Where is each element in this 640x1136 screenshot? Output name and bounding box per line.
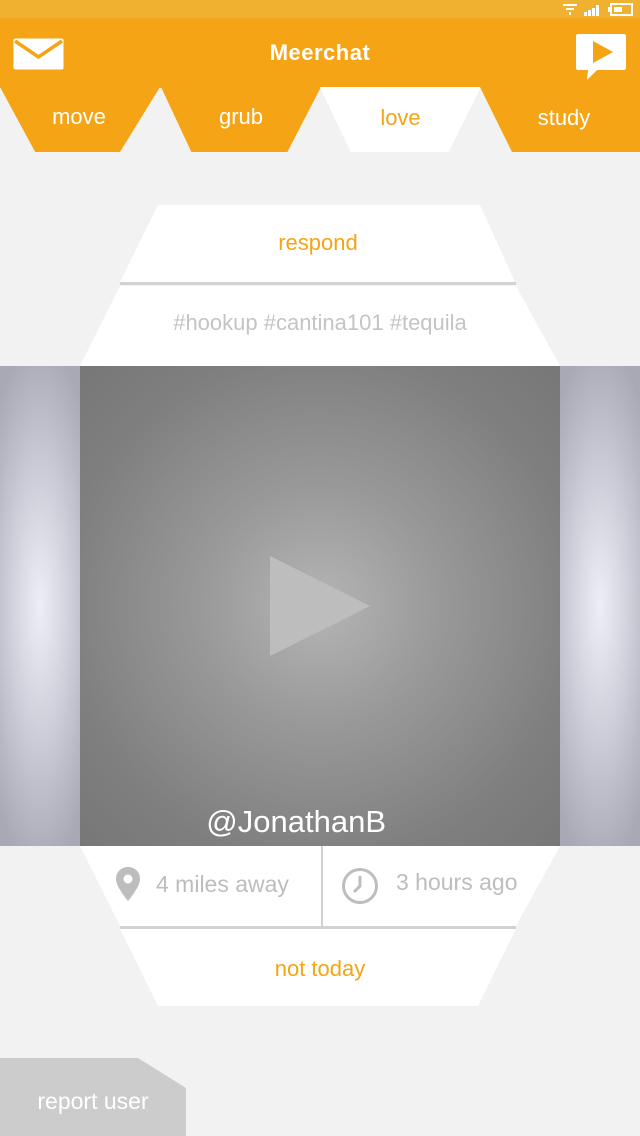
hashtags-text: #hookup #cantina101 #tequila bbox=[173, 310, 467, 335]
not-today-button[interactable]: not today bbox=[0, 956, 640, 982]
tab-grub[interactable]: grub bbox=[161, 87, 321, 152]
wifi-icon bbox=[563, 4, 577, 15]
post-bottom-card bbox=[80, 846, 560, 1006]
status-bar bbox=[0, 0, 640, 18]
respond-button[interactable]: respond bbox=[0, 230, 638, 256]
clock-icon bbox=[342, 868, 378, 904]
previous-video-preview[interactable] bbox=[0, 366, 80, 846]
video-player[interactable] bbox=[80, 366, 560, 846]
post-top-card bbox=[80, 205, 560, 366]
tab-study[interactable]: study bbox=[480, 87, 640, 152]
signal-icon bbox=[584, 5, 599, 16]
battery-icon bbox=[608, 3, 633, 16]
location-pin-icon bbox=[116, 867, 140, 901]
tab-move-label: move bbox=[52, 103, 106, 129]
distance-text: 4 miles away bbox=[156, 871, 289, 897]
app-title: Meerchat bbox=[269, 40, 371, 65]
tab-move[interactable]: move bbox=[0, 87, 160, 152]
next-video-preview[interactable] bbox=[560, 366, 640, 846]
tab-grub-label: grub bbox=[218, 103, 264, 129]
play-icon[interactable] bbox=[269, 555, 372, 657]
time-ago-text: 3 hours ago bbox=[396, 869, 518, 895]
tab-love[interactable]: love bbox=[320, 87, 481, 152]
tab-study-label: study bbox=[537, 104, 591, 130]
report-user-label: report user bbox=[37, 1088, 149, 1114]
username-label[interactable]: @JonathanB bbox=[80, 804, 386, 840]
tab-love-label: love bbox=[380, 104, 421, 130]
mail-icon[interactable] bbox=[12, 37, 65, 71]
video-message-icon[interactable] bbox=[575, 33, 627, 81]
